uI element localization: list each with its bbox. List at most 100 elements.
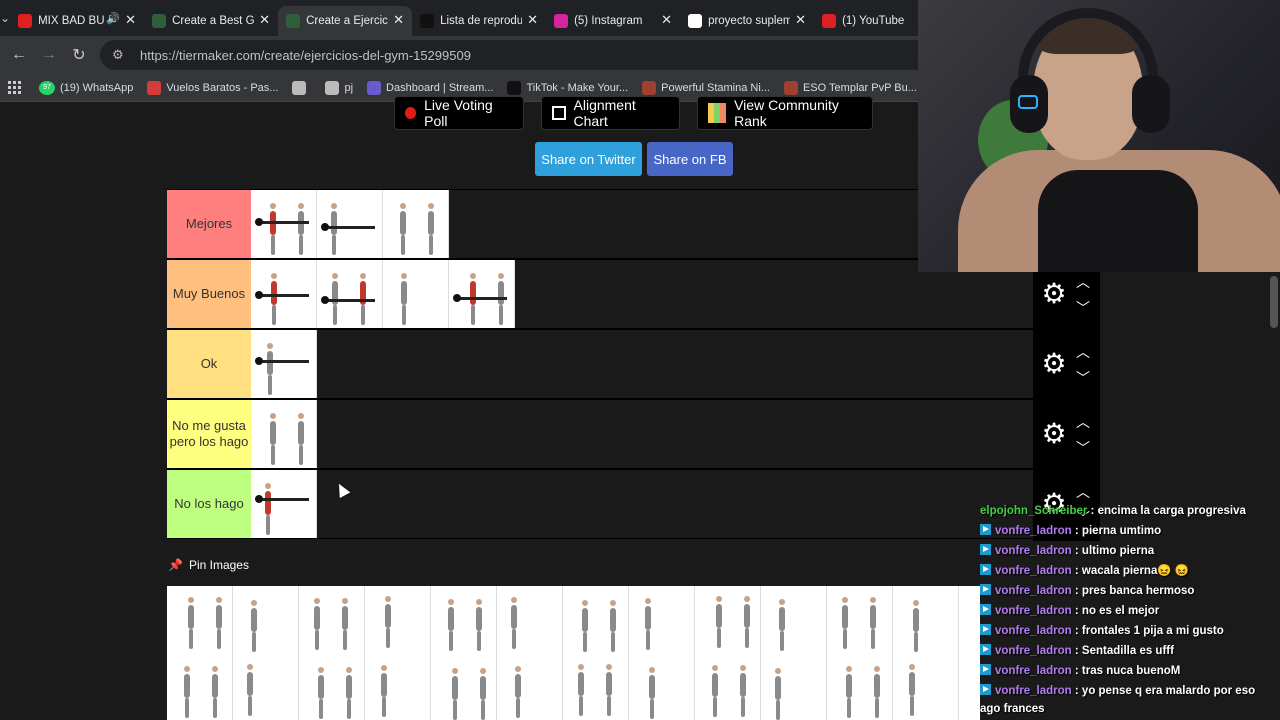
speaker-icon[interactable]: 🔊 [106,12,120,25]
apps-grid-icon[interactable] [8,80,21,95]
exercise-image[interactable] [233,654,299,720]
headphone-right-cup [1132,75,1170,133]
tier-dropzone[interactable] [251,190,449,258]
tier-dropzone[interactable] [251,330,317,398]
tab-search-chevron-icon[interactable]: ⌄ [0,0,10,36]
exercise-image[interactable] [497,586,563,654]
tier-dropzone[interactable] [251,400,317,468]
exercise-image[interactable] [431,654,497,720]
exercise-image[interactable] [299,654,365,720]
forward-arrow-icon[interactable]: → [34,40,64,70]
exercise-image[interactable] [893,586,959,654]
exercise-image[interactable] [251,400,317,468]
tier-dropzone[interactable] [251,470,317,538]
exercise-image[interactable] [383,190,449,258]
chevron-up-icon[interactable]: ︿ [1073,275,1093,289]
exercise-image[interactable] [629,654,695,720]
bookmark-item[interactable] [292,80,311,95]
tier-label[interactable]: Muy Buenos [167,260,251,328]
back-arrow-icon[interactable]: ← [4,40,34,70]
exercise-image[interactable] [365,654,431,720]
close-tab-icon[interactable]: ✕ [661,12,672,28]
exercise-image[interactable] [383,260,449,328]
alignment-chart-button[interactable]: Alignment Chart [541,96,680,130]
chevron-down-icon[interactable]: ﹀ [1073,301,1093,315]
prime-badge-icon [980,584,991,595]
chevron-up-icon[interactable]: ︿ [1073,415,1093,429]
url-text[interactable]: https://tiermaker.com/create/ejercicios-… [140,48,471,63]
close-tab-icon[interactable]: ✕ [125,12,136,28]
tab-strip: ⌄ MIX BAD BU 🔊 ✕ Create a Best Gy ✕ Create a … [0,0,940,36]
address-bar[interactable]: ⚙ https://tiermaker.com/create/ejercicio… [100,40,918,70]
tab-favicon-icon [18,14,33,28]
live-voting-button[interactable]: Live Voting Poll [394,96,524,130]
exercise-image[interactable] [167,654,233,720]
share-twitter-button[interactable]: Share on Twitter [535,142,642,176]
exercise-image[interactable] [317,190,383,258]
pin-images-toggle[interactable]: 📌 Pin Images [168,558,249,572]
exercise-image[interactable] [761,654,827,720]
tier-label[interactable]: No me gusta pero los hago [167,400,251,468]
bookmark-item[interactable]: Vuelos Baratos - Pas... [147,80,278,95]
bookmark-item[interactable]: Powerful Stamina Ni... [642,80,770,95]
chevron-down-icon[interactable]: ﹀ [1073,441,1093,455]
exercise-image[interactable] [827,586,893,654]
exercise-image[interactable] [893,654,959,720]
gear-icon[interactable]: ⚙ [1039,279,1069,309]
exercise-image[interactable] [563,586,629,654]
close-tab-icon[interactable]: ✕ [527,12,538,28]
bookmark-item[interactable]: TikTok - Make Your... [507,80,628,95]
chevron-up-icon[interactable]: ︿ [1073,485,1093,499]
exercise-image[interactable] [251,330,317,398]
exercise-image[interactable] [251,470,317,538]
exercise-image[interactable] [827,654,893,720]
community-rank-button[interactable]: View Community Rank [697,96,873,130]
exercise-image[interactable] [449,260,515,328]
close-tab-icon[interactable]: ✕ [795,12,806,28]
close-tab-icon[interactable]: ✕ [259,12,270,28]
exercise-image[interactable] [251,190,317,258]
browser-tab[interactable]: (5) Instagram ✕ [546,6,680,36]
exercise-image[interactable] [695,586,761,654]
exercise-image[interactable] [299,586,365,654]
exercise-image[interactable] [317,260,383,328]
bookmark-item[interactable]: 97 (19) WhatsApp [39,80,133,95]
tier-label[interactable]: Ok [167,330,251,398]
gear-icon[interactable]: ⚙ [1039,419,1069,449]
chat-username: vonfre_ladron [995,645,1072,657]
browser-tab[interactable]: Create a Ejercic ✕ [278,6,413,36]
exercise-image[interactable] [497,654,563,720]
exercise-image[interactable] [431,586,497,654]
exercise-image[interactable] [761,586,827,654]
exercise-image[interactable] [695,654,761,720]
gear-icon[interactable]: ⚙ [1039,349,1069,379]
site-info-icon[interactable]: ⚙ [112,47,132,63]
browser-tab[interactable]: proyecto suplem ✕ [680,6,814,36]
image-pool[interactable] [167,586,980,720]
chevron-down-icon[interactable]: ﹀ [1073,371,1093,385]
pin-images-label: Pin Images [188,558,249,572]
tab-title: Create a Best Gy [172,15,255,27]
bookmark-item[interactable]: Dashboard | Stream... [367,80,493,95]
chat-text: frontales 1 pija a mi gusto [1081,625,1224,637]
tier-dropzone[interactable] [251,260,515,328]
scrollbar-thumb[interactable] [1270,276,1278,328]
browser-tab[interactable]: MIX BAD BU 🔊 ✕ [10,6,144,36]
exercise-image[interactable] [365,586,431,654]
share-fb-button[interactable]: Share on FB [647,142,733,176]
browser-tab[interactable]: Lista de reprodu ✕ [412,6,546,36]
prime-badge-icon [980,684,991,695]
bookmark-item[interactable]: ESO Templar PvP Bu... [783,80,917,95]
exercise-image[interactable] [629,586,695,654]
close-tab-icon[interactable]: ✕ [393,12,404,28]
bookmark-item[interactable]: pj [325,80,353,95]
browser-tab[interactable]: Create a Best Gy ✕ [144,6,278,36]
exercise-image[interactable] [233,586,299,654]
exercise-image[interactable] [167,586,233,654]
chevron-up-icon[interactable]: ︿ [1073,345,1093,359]
tier-label[interactable]: Mejores [167,190,251,258]
reload-icon[interactable]: ↻ [64,40,94,70]
exercise-image[interactable] [251,260,317,328]
tier-label[interactable]: No los hago [167,470,251,538]
exercise-image[interactable] [563,654,629,720]
